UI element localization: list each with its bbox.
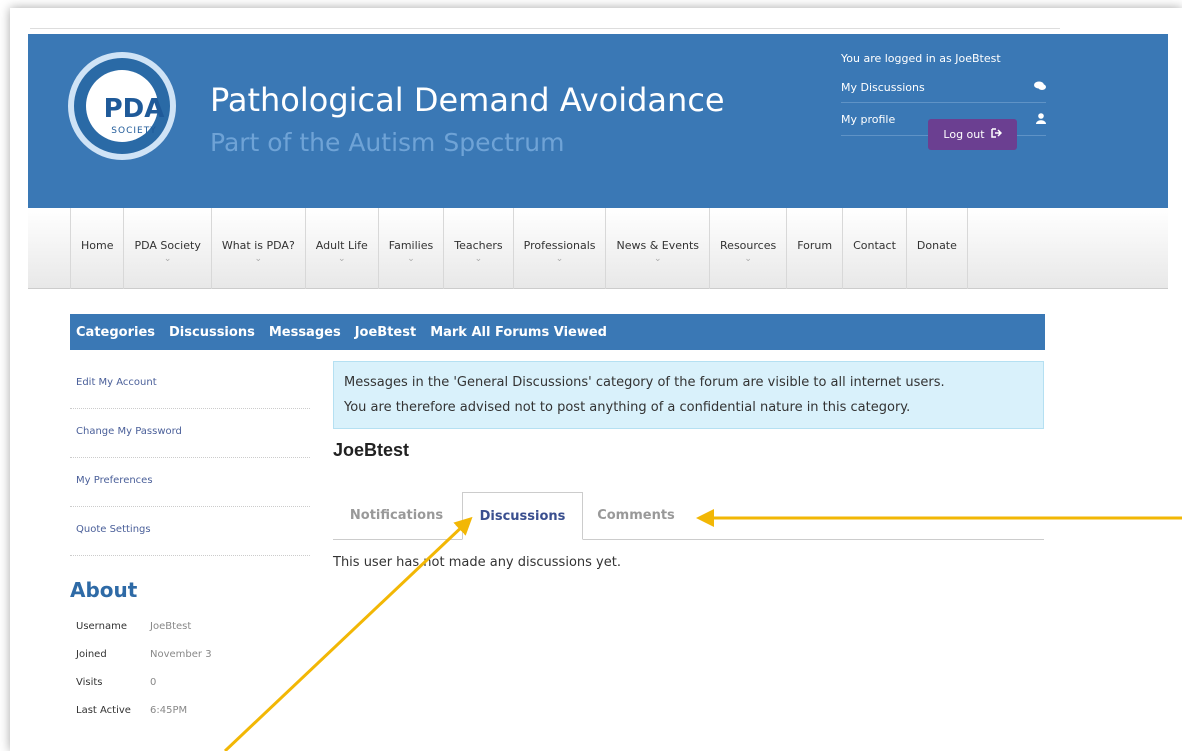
nav-item-contact[interactable]: Contact (843, 208, 907, 289)
main-navigation: Home PDA Society ⌄ What is PDA? ⌄ Adult Life ⌄… (28, 208, 1168, 289)
my-profile-label: My profile (841, 113, 896, 126)
notice-line-2: You are therefore advised not to post an… (344, 400, 911, 415)
profile-username: JoeBtest (333, 440, 410, 460)
logo-subtext: SOCIETY (111, 126, 157, 136)
nav-item-donate[interactable]: Donate (907, 208, 968, 289)
edit-my-account-link[interactable]: Edit My Account (70, 360, 310, 409)
chat-bubbles-icon (1034, 81, 1046, 94)
notice-line-1: Messages in the 'General Discussions' ca… (344, 375, 945, 390)
chevron-down-icon: ⌄ (474, 254, 483, 264)
nav-item-news-events[interactable]: News & Events ⌄ (606, 208, 711, 289)
forum-nav-mark-all-viewed[interactable]: Mark All Forums Viewed (430, 325, 607, 340)
about-value: November 3 (150, 649, 212, 660)
chevron-down-icon: ⌄ (407, 254, 415, 264)
about-value: JoeBtest (150, 621, 192, 632)
nav-item-label: Adult Life (315, 239, 368, 252)
nav-item-professionals[interactable]: Professionals ⌄ (514, 208, 607, 289)
site-tagline: Part of the Autism Spectrum (210, 128, 565, 157)
chevron-down-icon: ⌄ (338, 254, 346, 264)
nav-item-label: Contact (853, 239, 896, 252)
forum-nav-messages[interactable]: Messages (269, 325, 341, 340)
user-icon (1036, 113, 1046, 127)
change-my-password-link[interactable]: Change My Password (70, 409, 310, 458)
about-value: 6:45PM (150, 705, 188, 716)
logo-inner-circle: PDA SOCIETY (86, 70, 164, 142)
logout-button[interactable]: Log out (928, 119, 1017, 150)
my-discussions-label: My Discussions (841, 81, 925, 94)
about-value: 0 (150, 677, 157, 688)
forum-visibility-notice: Messages in the 'General Discussions' ca… (333, 361, 1044, 429)
chevron-down-icon: ⌄ (163, 254, 172, 264)
forum-navigation: Categories Discussions Messages JoeBtest… (70, 314, 1045, 350)
nav-item-label: Donate (916, 239, 957, 252)
pda-society-logo[interactable]: PDA SOCIETY (68, 52, 176, 160)
top-divider (30, 28, 1060, 29)
tab-comments[interactable]: Comments (583, 492, 689, 540)
forum-nav-user[interactable]: JoeBtest (355, 325, 416, 340)
about-row-last-active: Last Active 6:45PM (76, 705, 187, 716)
about-key: Last Active (76, 705, 131, 716)
nav-item-adult-life[interactable]: Adult Life ⌄ (306, 208, 379, 289)
forum-nav-discussions[interactable]: Discussions (169, 325, 255, 340)
nav-item-what-is-pda[interactable]: What is PDA? ⌄ (212, 208, 306, 289)
chevron-down-icon: ⌄ (653, 254, 662, 264)
tab-notifications[interactable]: Notifications (333, 492, 460, 540)
chevron-down-icon: ⌄ (744, 254, 752, 264)
my-discussions-link[interactable]: My Discussions (841, 77, 1046, 103)
about-key: Visits (76, 677, 103, 688)
empty-discussions-message: This user has not made any discussions y… (333, 555, 621, 570)
sign-out-icon (990, 128, 1002, 141)
nav-item-label: Professionals (523, 239, 596, 252)
nav-item-label: Families (388, 239, 434, 252)
nav-item-label: Home (81, 239, 114, 252)
nav-item-label: PDA Society (134, 239, 201, 252)
chevron-down-icon: ⌄ (254, 254, 263, 264)
about-row-visits: Visits 0 (76, 677, 156, 688)
nav-item-pda-society[interactable]: PDA Society ⌄ (124, 208, 212, 289)
nav-item-label: Resources (720, 239, 777, 252)
logo-text: PDA (103, 94, 165, 124)
nav-item-label: News & Events (616, 239, 700, 252)
about-key: Username (76, 621, 127, 632)
about-key: Joined (76, 649, 107, 660)
nav-item-teachers[interactable]: Teachers ⌄ (444, 208, 514, 289)
about-row-username: Username JoeBtest (76, 621, 191, 632)
site-title: Pathological Demand Avoidance (210, 81, 725, 119)
about-row-joined: Joined November 3 (76, 649, 212, 660)
quote-settings-link[interactable]: Quote Settings (70, 507, 310, 556)
nav-item-label: What is PDA? (221, 239, 295, 252)
about-heading: About (70, 578, 138, 602)
account-sidebar: Edit My Account Change My Password My Pr… (70, 360, 310, 556)
tab-discussions[interactable]: Discussions (462, 492, 583, 540)
my-preferences-link[interactable]: My Preferences (70, 458, 310, 507)
logged-in-text: You are logged in as JoeBtest (841, 52, 1001, 65)
forum-nav-categories[interactable]: Categories (76, 325, 155, 340)
nav-item-home[interactable]: Home (70, 208, 125, 289)
nav-item-forum[interactable]: Forum (787, 208, 844, 289)
profile-tabs: Notifications Discussions Comments (333, 492, 1044, 540)
nav-item-families[interactable]: Families ⌄ (379, 208, 445, 289)
nav-list: Home PDA Society ⌄ What is PDA? ⌄ Adult Life ⌄… (70, 208, 968, 289)
logout-label: Log out (943, 128, 985, 141)
nav-item-resources[interactable]: Resources ⌄ (710, 208, 788, 289)
nav-item-label: Forum (797, 239, 833, 252)
chevron-down-icon: ⌄ (555, 254, 564, 264)
nav-item-label: Teachers (454, 239, 503, 252)
